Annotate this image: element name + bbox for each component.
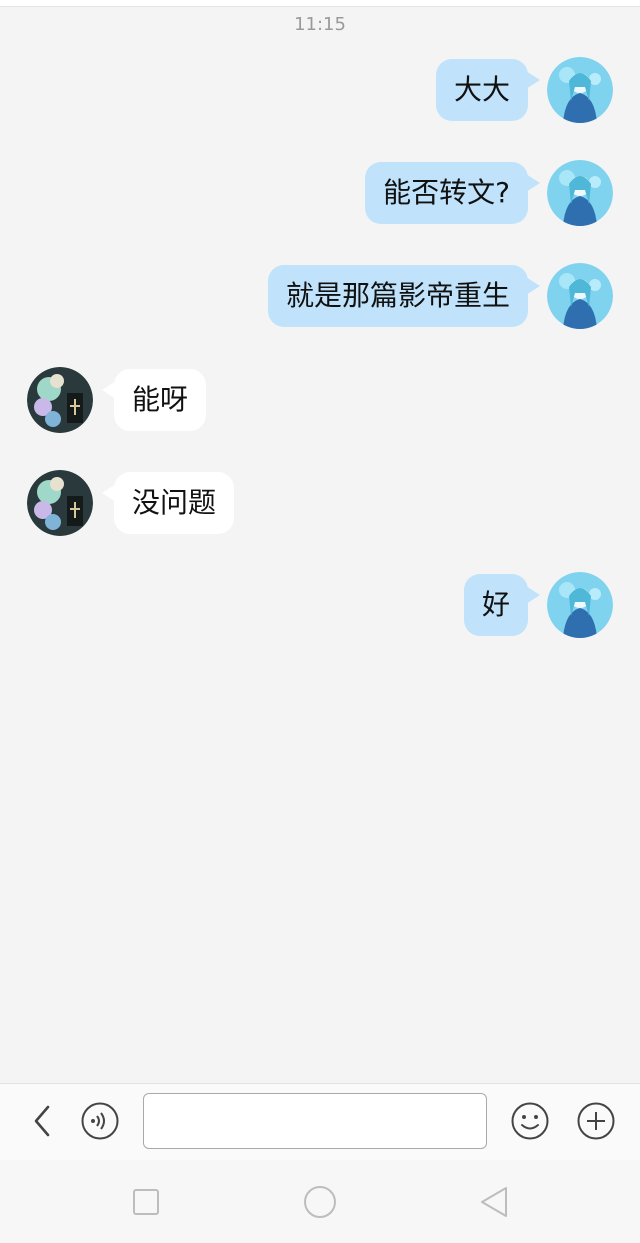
message-row-incoming: 能呀 — [0, 367, 640, 435]
home-icon[interactable] — [300, 1182, 340, 1222]
message-bubble-outgoing[interactable]: 就是那篇影帝重生 — [267, 265, 541, 327]
avatar-self-icon[interactable] — [547, 572, 613, 638]
message-row-incoming: 没问题 — [0, 470, 640, 538]
message-row-outgoing: 好 — [0, 572, 640, 640]
back-chevron-icon[interactable] — [22, 1101, 62, 1141]
avatar-other-icon[interactable] — [27, 470, 93, 536]
message-bubble-incoming[interactable]: 没问题 — [101, 472, 235, 534]
message-row-outgoing: 能否转文? — [0, 160, 640, 228]
avatar-self-icon[interactable] — [547, 263, 613, 329]
message-row-outgoing: 大大 — [0, 57, 640, 125]
voice-icon[interactable] — [80, 1101, 120, 1141]
message-bubble-incoming[interactable]: 能呀 — [101, 369, 207, 431]
emoji-icon[interactable] — [510, 1101, 550, 1141]
message-text-input[interactable] — [143, 1093, 487, 1149]
plus-icon[interactable] — [576, 1101, 616, 1141]
message-bubble-outgoing[interactable]: 好 — [463, 574, 541, 636]
message-timestamp: 11:15 — [294, 14, 346, 35]
avatar-other-icon[interactable] — [27, 367, 93, 433]
top-border — [0, 0, 640, 7]
message-bubble-outgoing[interactable]: 能否转文? — [365, 162, 540, 224]
avatar-self-icon[interactable] — [547, 160, 613, 226]
message-bubble-outgoing[interactable]: 大大 — [435, 59, 541, 121]
system-navigation-bar — [0, 1160, 640, 1243]
recent-apps-icon[interactable] — [126, 1182, 166, 1222]
avatar-self-icon[interactable] — [547, 57, 613, 123]
message-row-outgoing: 就是那篇影帝重生 — [0, 263, 640, 331]
message-input-bar — [0, 1083, 640, 1160]
back-icon[interactable] — [476, 1182, 516, 1222]
